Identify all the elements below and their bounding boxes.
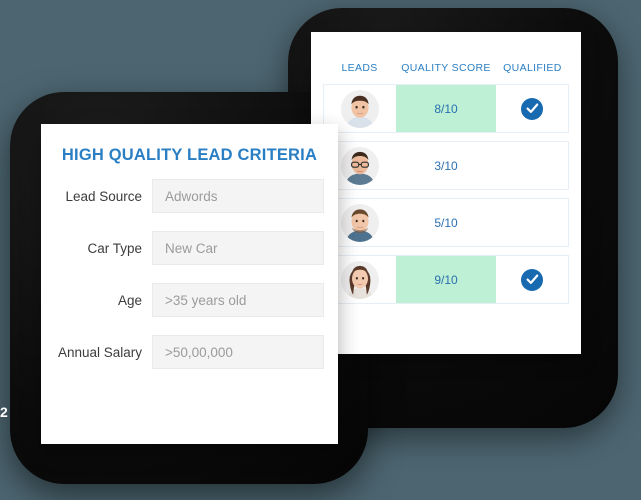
- lead-row[interactable]: 3/10: [323, 141, 569, 190]
- qualified-cell: [496, 199, 568, 246]
- qualified-cell: [496, 85, 568, 132]
- criteria-form: Lead Source Adwords Car Type New Car Age >35 …: [41, 165, 338, 369]
- lead-row[interactable]: 8/10: [323, 84, 569, 133]
- avatar-man-beard: [341, 203, 379, 242]
- check-circle-icon[interactable]: [521, 97, 543, 120]
- form-row-lead-source: Lead Source Adwords: [53, 179, 324, 213]
- lead-row[interactable]: 9/10: [323, 255, 569, 304]
- criteria-title: HIGH QUALITY LEAD CRITERIA: [61, 146, 318, 164]
- form-row-annual-salary: Annual Salary >50,00,000: [53, 335, 324, 369]
- qualified-cell: [496, 142, 568, 189]
- lead-source-input[interactable]: Adwords: [152, 179, 324, 213]
- car-type-label: Car Type: [87, 240, 142, 256]
- quality-score-value: 8/10: [434, 101, 458, 116]
- quality-score-cell: 5/10: [396, 199, 496, 246]
- leads-table-header: LEADS QUALITY SCORE QUALIFIED: [311, 32, 581, 84]
- scene: 2 LEADS QUALITY SCORE QUALIFIED 8/10 3/10…: [0, 0, 641, 500]
- quality-score-cell: 9/10: [396, 256, 496, 303]
- age-label: Age: [117, 292, 142, 308]
- clipped-edge-glyph: 2: [0, 404, 8, 420]
- avatar-woman-long-hair: [341, 260, 379, 299]
- column-header-leads: LEADS: [341, 62, 378, 74]
- annual-salary-label: Annual Salary: [57, 344, 142, 360]
- quality-score-cell: 3/10: [396, 142, 496, 189]
- quality-score-value: 5/10: [434, 215, 458, 230]
- leads-table-body: 8/10 3/10 5/10 9/10: [311, 84, 581, 304]
- form-row-age: Age >35 years old: [53, 283, 324, 317]
- quality-score-value: 3/10: [434, 158, 458, 173]
- qualified-cell: [496, 256, 568, 303]
- criteria-panel: HIGH QUALITY LEAD CRITERIA Lead Source Ad…: [41, 124, 338, 444]
- lead-source-label: Lead Source: [65, 188, 142, 204]
- leads-panel: LEADS QUALITY SCORE QUALIFIED 8/10 3/10 5/…: [311, 32, 581, 354]
- quality-score-cell: 8/10: [396, 85, 496, 132]
- quality-score-value: 9/10: [434, 272, 458, 287]
- car-type-input[interactable]: New Car: [152, 231, 324, 265]
- age-input[interactable]: >35 years old: [152, 283, 324, 317]
- check-circle-icon[interactable]: [521, 268, 543, 291]
- lead-row[interactable]: 5/10: [323, 198, 569, 247]
- column-header-qualified: QUALIFIED: [503, 62, 562, 74]
- avatar-man-short-hair: [341, 89, 379, 128]
- form-row-car-type: Car Type New Car: [53, 231, 324, 265]
- column-header-quality-score: QUALITY SCORE: [401, 62, 491, 74]
- annual-salary-input[interactable]: >50,00,000: [152, 335, 324, 369]
- avatar-man-glasses: [341, 146, 379, 185]
